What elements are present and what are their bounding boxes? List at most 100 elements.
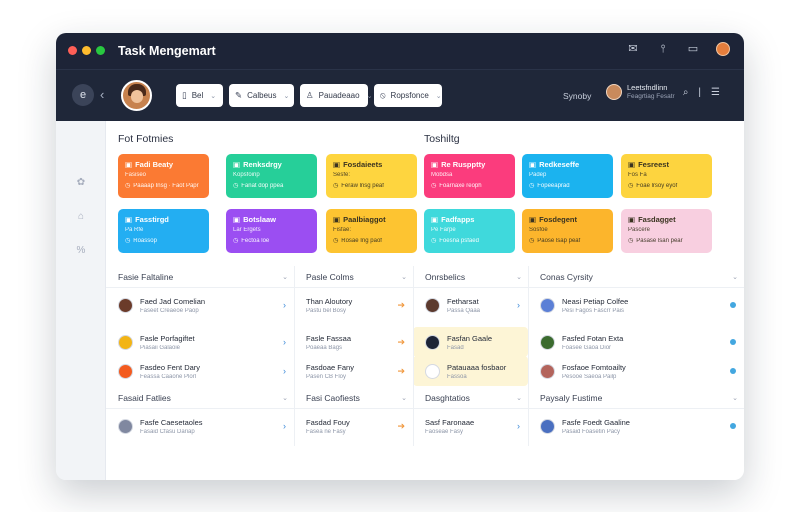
chevron-down-icon: ⌄ xyxy=(732,394,738,402)
card-subtitle: Fasiseo xyxy=(125,172,147,178)
clock-icon: ◷ xyxy=(628,183,634,189)
filter-button-0[interactable]: ▯ Bel ⌄ xyxy=(176,84,223,107)
clock-icon: ◷ xyxy=(431,183,437,189)
panel-header[interactable]: Fasie Faltaline ⌄ xyxy=(106,266,294,288)
list-panel: Pasle Colms ⌄ Than Aloutory Pastu bel Bosy ➔… xyxy=(294,266,413,380)
task-card[interactable]: ▣ Fosdegent Sosfoe ◷ Paose lsap peaf xyxy=(522,209,613,253)
avatar xyxy=(425,334,440,350)
current-user[interactable]: Leetsfndlinn Feagrtiag Fesatr xyxy=(606,83,675,100)
title-bar: Task Mengemart ✉ ⫯ ▭ xyxy=(56,33,744,69)
pin-icon[interactable]: ⫯ xyxy=(656,42,670,56)
task-card[interactable]: ▣ Fesreest Fos Fa ◷ Foae lrsoy eyof xyxy=(621,154,712,198)
user-avatar[interactable] xyxy=(121,80,152,111)
chevron-down-icon: ⌄ xyxy=(282,394,288,402)
panel-title: Fasaid Fatlies xyxy=(118,392,171,403)
chevron-right-icon[interactable]: › xyxy=(517,421,520,431)
task-card[interactable]: ▣ Fadfapps Pe Farpe ◷ Foesna psfaed xyxy=(424,209,515,253)
task-card[interactable]: ▣ Paalbiaggot Fisfae: ◷ Rosae Ing paof xyxy=(326,209,417,253)
filter-button-3[interactable]: ⦸ Ropsfonce ⌄ xyxy=(374,84,442,107)
list-item[interactable]: Fasfe Caesetaoles Fasaid Cfasu Dariap › xyxy=(106,411,294,441)
list-item[interactable]: Fasle Fassaa Poaeaa Bags ➔ xyxy=(294,327,413,357)
panel-header[interactable]: Pasle Colms ⌄ xyxy=(294,266,413,288)
task-card[interactable]: ▣ Redkeseffe Padep ◷ Fopeeaprad xyxy=(522,154,613,198)
chevron-right-icon[interactable]: › xyxy=(283,366,286,376)
card-footer: Foae lrsoy eyof xyxy=(636,182,678,189)
settings-icon[interactable]: ✿ xyxy=(75,177,87,189)
list-item[interactable]: Neasi Petiap Colfee Pesi Fagos Fascrr Pai… xyxy=(528,290,744,320)
home-icon[interactable]: ⌂ xyxy=(75,211,87,223)
task-card[interactable]: ▣ Re Ruspptty Mobdsa ◷ Foarnaxe reoph xyxy=(424,154,515,198)
profile-circle-button[interactable]: e xyxy=(72,84,94,106)
list-item[interactable]: Fasdeo Fent Dary Feassa Caaone Plorl › xyxy=(106,356,294,386)
chevron-down-icon: ⌄ xyxy=(283,92,290,100)
back-chevron-icon[interactable]: ‹ xyxy=(100,84,104,106)
list-item[interactable]: Fasfed Fotan Exta Foasee Gaoa Dior xyxy=(528,327,744,357)
list-panel: Dasghtatios ⌄ Sasf Faronaae Faoseae Fasy › xyxy=(413,387,528,447)
panel-title: Fasi Caofiests xyxy=(306,392,360,403)
item-subtitle: Fassoa xyxy=(447,373,467,380)
section-title-right: Toshiltg xyxy=(424,133,460,145)
card-footer: Foarnaxe reoph xyxy=(439,182,482,189)
list-item[interactable]: Fasdad Fouy Fasea ne Fasy ➔ xyxy=(294,411,413,441)
card-title: Re Ruspptty xyxy=(441,160,486,169)
item-title: Fasfan Gaale xyxy=(447,333,493,343)
menu-icon[interactable]: ☰ xyxy=(711,87,720,98)
panel-header[interactable]: Paysaly Fustime ⌄ xyxy=(528,387,744,409)
list-item[interactable]: Fosfaoe Fomtoailty Pesooe Saeoa Pailp xyxy=(528,356,744,386)
task-card[interactable]: ▣ Fosdaieets Sesfe: ◷ Feraw lnsg peaf xyxy=(326,154,417,198)
task-card[interactable]: ▣ Fasdagget Pascere ◷ Pasase lsan pear xyxy=(621,209,712,253)
panel-header[interactable]: Fasi Caofiests ⌄ xyxy=(294,387,413,409)
chevron-right-icon[interactable]: › xyxy=(283,421,286,431)
item-title: Fasfe Foedt Gaaline xyxy=(562,417,630,427)
list-panel: Paysaly Fustime ⌄ Fasfe Foedt Gaaline Pasai… xyxy=(528,387,744,447)
task-icon: ▣ xyxy=(333,215,341,224)
panel-header[interactable]: Dasghtatios ⌄ xyxy=(413,387,528,409)
filter-button-2[interactable]: ♙ Pauadeaao ⌄ xyxy=(300,84,372,107)
panel-header[interactable]: Conas Cyrsity ⌄ xyxy=(528,266,744,288)
item-subtitle: Faseet Creaeoe Paop xyxy=(140,307,199,314)
list-item[interactable]: Fasfan Gaale Fasad xyxy=(413,327,528,357)
item-subtitle: Passa Qaaa xyxy=(447,307,481,314)
panel-header[interactable]: Onrsbelics ⌄ xyxy=(413,266,528,288)
item-subtitle: Pastu bel Bosy xyxy=(306,307,347,314)
list-item[interactable]: Fasle Porfagiftet Piasaii Galaoie › xyxy=(106,327,294,357)
card-subtitle: Pe Farpe xyxy=(431,227,456,233)
search-label[interactable]: Synoby xyxy=(563,91,591,101)
tag-icon[interactable]: % xyxy=(75,245,87,257)
task-card[interactable]: ▣ Fasstirgd Pa Rfe ◷ Roassop xyxy=(118,209,209,253)
arrow-icon[interactable]: ➔ xyxy=(397,337,405,348)
list-item[interactable]: Sasf Faronaae Faoseae Fasy › xyxy=(413,411,528,441)
mail-icon[interactable]: ✉ xyxy=(626,42,640,56)
task-icon: ▣ xyxy=(333,160,341,169)
card-title: Renksdrgy xyxy=(243,160,282,169)
list-item[interactable]: Faed Jad Comelian Faseet Creaeoe Paop › xyxy=(106,290,294,320)
maximize-dot[interactable] xyxy=(96,46,105,55)
chevron-right-icon[interactable]: › xyxy=(517,300,520,310)
status-dot xyxy=(730,368,736,374)
task-icon: ▣ xyxy=(628,160,636,169)
bookmark-icon[interactable]: ▭ xyxy=(686,42,700,56)
chevron-right-icon[interactable]: › xyxy=(283,300,286,310)
chevron-right-icon[interactable]: › xyxy=(283,337,286,347)
item-subtitle: Pasen CB Floy xyxy=(306,373,347,380)
account-avatar[interactable] xyxy=(716,42,730,56)
list-item[interactable]: Than Aloutory Pastu bel Bosy ➔ xyxy=(294,290,413,320)
minimize-dot[interactable] xyxy=(82,46,91,55)
search-icon[interactable]: ⌕ xyxy=(683,87,689,98)
arrow-icon[interactable]: ➔ xyxy=(397,421,405,432)
item-title: Fetharsat xyxy=(447,296,479,306)
task-card[interactable]: ▣ Botslaaw Lar Ergets ◷ Fectoa loe xyxy=(226,209,317,253)
card-footer: Rosae Ing paof xyxy=(341,237,382,244)
list-item[interactable]: Fasfe Foedt Gaaline Pasaid Foasetin Pacy xyxy=(528,411,744,441)
task-card[interactable]: ▣ Renksdrgy Kopsfoinp ◷ Fanat dop ppea xyxy=(226,154,317,198)
arrow-icon[interactable]: ➔ xyxy=(397,300,405,311)
list-item[interactable]: Fetharsat Passa Qaaa › xyxy=(413,290,528,320)
panel-header[interactable]: Fasaid Fatlies ⌄ xyxy=(106,387,294,409)
close-dot[interactable] xyxy=(68,46,77,55)
task-card[interactable]: ▣ Fadi Beaty Fasiseo ◷ Paaaap Insg · Faot Pa… xyxy=(118,154,209,198)
task-icon: ▣ xyxy=(529,215,537,224)
list-item[interactable]: Patauaaa fosbaor Fassoa xyxy=(413,356,528,386)
filter-button-1[interactable]: ✎ Calbeus ⌄ xyxy=(229,84,294,107)
arrow-icon[interactable]: ➔ xyxy=(397,366,405,377)
list-item[interactable]: Fasdoae Fany Pasen CB Floy ➔ xyxy=(294,356,413,386)
